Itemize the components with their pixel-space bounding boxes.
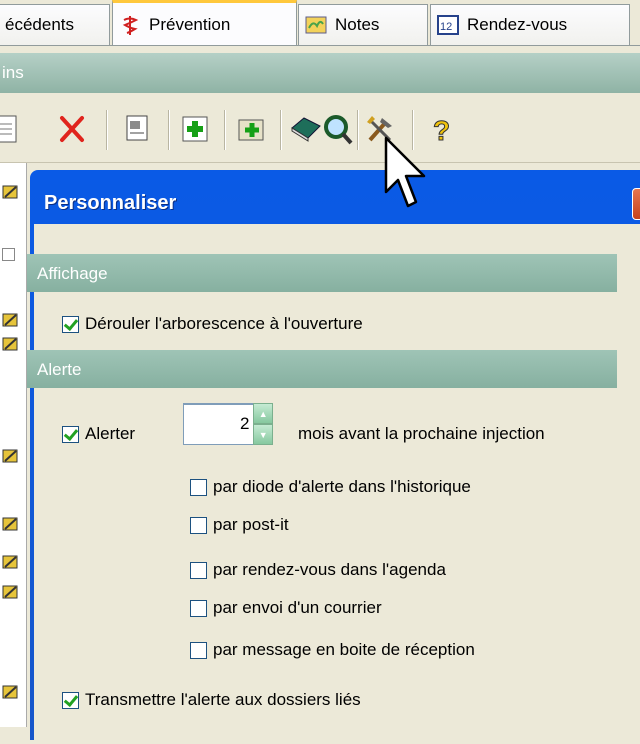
- page-icon[interactable]: [0, 112, 24, 146]
- group-title: Affichage: [37, 264, 108, 283]
- pen-icon: [2, 185, 18, 199]
- print-preview-icon[interactable]: [122, 112, 154, 146]
- mouse-cursor-icon: [384, 136, 426, 208]
- group-title: Alerte: [37, 360, 82, 379]
- checkbox-label: Dérouler l'arborescence à l'ouverture: [85, 314, 363, 333]
- toolbar-separator: [224, 110, 226, 150]
- toolbar-separator: [106, 110, 108, 150]
- dialog-title: Personnaliser: [44, 192, 177, 214]
- option-diode[interactable]: par diode d'alerte dans l'historique: [190, 477, 471, 497]
- delete-icon[interactable]: [56, 112, 88, 146]
- option-courrier[interactable]: par envoi d'un courrier: [190, 598, 382, 618]
- search-icon[interactable]: [322, 112, 354, 146]
- option-message[interactable]: par message en boite de réception: [190, 640, 475, 660]
- tab-label: Prévention: [149, 14, 231, 34]
- alert-suffix: mois avant la prochaine injection: [298, 424, 545, 444]
- caduceus-icon: [122, 15, 139, 35]
- tab-prevention[interactable]: Prévention: [112, 0, 297, 46]
- svg-text:12: 12: [440, 21, 452, 33]
- pen-icon: [2, 449, 18, 463]
- checkbox-box[interactable]: [62, 425, 79, 443]
- pen-icon: [2, 313, 18, 327]
- group-affichage: Affichage: [27, 254, 617, 292]
- toolbar-separator: [168, 110, 170, 150]
- tab-baseline: [0, 45, 640, 46]
- months-value[interactable]: 2: [183, 403, 254, 445]
- checkbox-label: par post-it: [213, 515, 289, 534]
- spin-up-button[interactable]: ▲: [253, 403, 273, 424]
- alert-suffix-text: mois avant la prochaine injection: [298, 424, 545, 443]
- calendar-icon: 12: [437, 15, 459, 35]
- checkbox-box[interactable]: [62, 691, 79, 709]
- checkbox-box[interactable]: [190, 478, 207, 496]
- tab-label: Rendez-vous: [467, 15, 568, 34]
- checkbox-label: Transmettre l'alerte aux dossiers liés: [85, 690, 361, 709]
- add-icon[interactable]: [180, 112, 212, 146]
- option-agenda[interactable]: par rendez-vous dans l'agenda: [190, 560, 446, 580]
- pen-icon: [2, 685, 18, 699]
- pen-icon: [2, 517, 18, 531]
- expand-tree-checkbox[interactable]: Dérouler l'arborescence à l'ouverture: [62, 314, 363, 334]
- tab-rendez-vous[interactable]: 12 Rendez-vous: [430, 4, 630, 45]
- tree-collapse-icon[interactable]: [2, 248, 15, 261]
- group-alerte: Alerte: [27, 350, 617, 388]
- toolbar-separator: [280, 110, 282, 150]
- tab-antecedents[interactable]: écédents: [0, 4, 110, 45]
- section-title: ins: [2, 63, 24, 82]
- spin-down-button[interactable]: ▼: [253, 424, 273, 445]
- checkbox-box[interactable]: [190, 516, 207, 534]
- svg-text:?: ?: [433, 115, 450, 146]
- checkbox-label: Alerter: [85, 424, 136, 443]
- section-header: ins: [0, 53, 640, 93]
- months-spinner[interactable]: 2 ▲ ▼: [183, 403, 273, 445]
- alert-checkbox[interactable]: Alerter: [62, 424, 135, 444]
- transmit-checkbox[interactable]: Transmettre l'alerte aux dossiers liés: [62, 690, 361, 710]
- pen-icon: [2, 337, 18, 351]
- checkbox-label: par diode d'alerte dans l'historique: [213, 477, 471, 496]
- notes-icon: [305, 16, 327, 34]
- book-icon[interactable]: [290, 112, 322, 146]
- checkbox-label: par envoi d'un courrier: [213, 598, 382, 617]
- tab-strip: écédents Prévention Notes 12 Rendez-vous: [0, 0, 640, 46]
- checkbox-label: par message en boite de réception: [213, 640, 475, 659]
- add-folder-icon[interactable]: [236, 112, 268, 146]
- checkbox-label: par rendez-vous dans l'agenda: [213, 560, 446, 579]
- underlying-tree: [0, 163, 27, 727]
- pen-icon: [2, 555, 18, 569]
- spinner-buttons: ▲ ▼: [253, 403, 273, 445]
- checkbox-box[interactable]: [190, 599, 207, 617]
- checkbox-box[interactable]: [190, 641, 207, 659]
- toolbar-separator: [357, 110, 359, 150]
- tab-notes[interactable]: Notes: [298, 4, 428, 45]
- close-button[interactable]: [632, 188, 640, 220]
- option-post-it[interactable]: par post-it: [190, 515, 289, 535]
- toolbar: ?: [0, 100, 640, 163]
- checkbox-box[interactable]: [190, 561, 207, 579]
- checkbox-box[interactable]: [62, 315, 79, 333]
- pen-icon: [2, 585, 18, 599]
- tab-label: écédents: [5, 15, 74, 34]
- tab-label: Notes: [335, 15, 380, 34]
